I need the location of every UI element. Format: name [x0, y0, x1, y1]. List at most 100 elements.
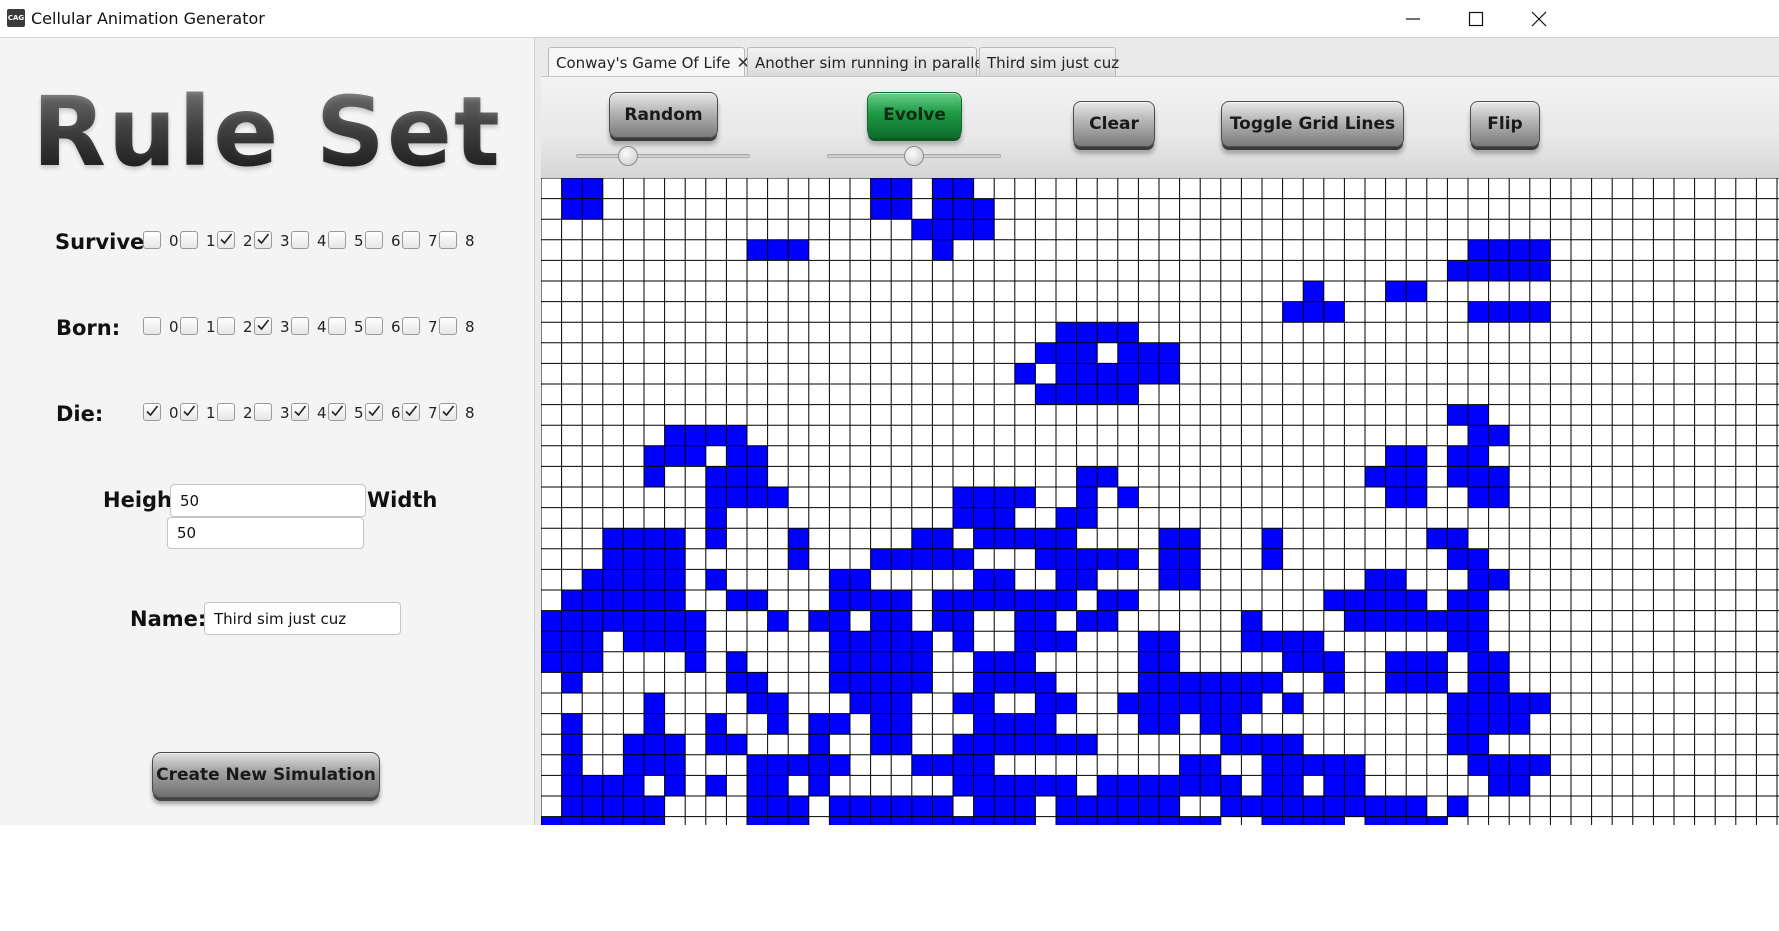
live-cell[interactable] — [767, 693, 789, 714]
live-cell[interactable] — [973, 219, 995, 240]
live-cell[interactable] — [767, 239, 789, 261]
live-cell[interactable] — [953, 487, 974, 508]
live-cell[interactable] — [953, 775, 974, 796]
live-cell[interactable] — [1488, 754, 1510, 776]
live-cell[interactable] — [1014, 672, 1036, 693]
live-cell[interactable] — [1529, 239, 1551, 261]
live-cell[interactable] — [1262, 631, 1283, 652]
live-cell[interactable] — [1468, 672, 1489, 693]
live-cell[interactable] — [582, 569, 603, 590]
live-cell[interactable] — [870, 198, 892, 220]
live-cell[interactable] — [870, 672, 892, 693]
live-cell[interactable] — [829, 631, 850, 652]
live-cell[interactable] — [1035, 384, 1056, 405]
live-cell[interactable] — [1509, 713, 1530, 735]
live-cell[interactable] — [1076, 342, 1098, 364]
live-cell[interactable] — [1385, 651, 1407, 673]
live-cell[interactable] — [1159, 775, 1180, 796]
live-cell[interactable] — [623, 548, 644, 570]
rule-checkbox[interactable] — [402, 231, 420, 249]
live-cell[interactable] — [623, 569, 644, 590]
live-cell[interactable] — [1344, 775, 1365, 796]
rule-checkbox[interactable] — [291, 403, 309, 421]
live-cell[interactable] — [1097, 466, 1118, 487]
tab-another-sim[interactable]: Another sim running in parallel — [747, 47, 988, 77]
live-cell[interactable] — [1282, 775, 1304, 796]
live-cell[interactable] — [767, 775, 789, 796]
live-cell[interactable] — [747, 590, 768, 611]
live-cell[interactable] — [829, 590, 850, 611]
live-cell[interactable] — [1241, 693, 1262, 714]
live-cell[interactable] — [829, 754, 850, 776]
live-cell[interactable] — [870, 734, 892, 755]
live-cell[interactable] — [1220, 672, 1242, 693]
live-cell[interactable] — [602, 796, 624, 817]
live-cell[interactable] — [1159, 796, 1180, 817]
random-speed-slider[interactable] — [576, 146, 750, 166]
live-cell[interactable] — [973, 734, 995, 755]
live-cell[interactable] — [850, 693, 871, 714]
live-cell[interactable] — [870, 631, 892, 652]
live-cell[interactable] — [1488, 466, 1510, 487]
live-cell[interactable] — [1406, 651, 1427, 673]
live-cell[interactable] — [973, 569, 995, 590]
live-cell[interactable] — [1468, 548, 1489, 570]
rule-checkbox[interactable] — [180, 317, 198, 335]
live-cell[interactable] — [1447, 466, 1468, 487]
live-cell[interactable] — [1262, 548, 1283, 570]
live-cell[interactable] — [1056, 384, 1077, 405]
live-cell[interactable] — [1262, 796, 1283, 817]
live-cell[interactable] — [1447, 260, 1468, 281]
live-cell[interactable] — [1468, 631, 1489, 652]
live-cell[interactable] — [582, 631, 603, 652]
live-cell[interactable] — [1303, 651, 1324, 673]
live-cell[interactable] — [623, 796, 644, 817]
live-cell[interactable] — [1406, 281, 1427, 302]
live-cell[interactable] — [932, 754, 953, 776]
live-cell[interactable] — [1179, 672, 1201, 693]
live-cell[interactable] — [1509, 693, 1530, 714]
live-cell[interactable] — [644, 796, 665, 817]
live-cell[interactable] — [623, 528, 644, 549]
evolve-button[interactable]: Evolve — [867, 92, 962, 138]
live-cell[interactable] — [1509, 775, 1530, 796]
flip-button[interactable]: Flip — [1470, 101, 1540, 147]
rule-checkbox[interactable] — [143, 231, 161, 249]
live-cell[interactable] — [561, 631, 583, 652]
live-cell[interactable] — [1447, 631, 1468, 652]
live-cell[interactable] — [808, 734, 830, 755]
live-cell[interactable] — [1179, 693, 1201, 714]
live-cell[interactable] — [891, 548, 912, 570]
live-cell[interactable] — [1014, 796, 1036, 817]
live-cell[interactable] — [1468, 301, 1489, 323]
live-cell[interactable] — [664, 734, 686, 755]
live-cell[interactable] — [1344, 590, 1365, 611]
live-cell[interactable] — [1200, 713, 1221, 735]
live-cell[interactable] — [850, 672, 871, 693]
rule-checkbox[interactable] — [365, 403, 383, 421]
live-cell[interactable] — [891, 631, 912, 652]
rule-checkbox[interactable] — [291, 317, 309, 335]
live-cell[interactable] — [1241, 672, 1262, 693]
live-cell[interactable] — [685, 631, 706, 652]
live-cell[interactable] — [1468, 693, 1489, 714]
live-cell[interactable] — [747, 693, 768, 714]
live-cell[interactable] — [911, 651, 933, 673]
live-cell[interactable] — [808, 610, 830, 632]
live-cell[interactable] — [1035, 693, 1056, 714]
live-cell[interactable] — [1282, 651, 1304, 673]
live-cell[interactable] — [1447, 713, 1468, 735]
live-cell[interactable] — [1488, 260, 1510, 281]
live-cell[interactable] — [1241, 631, 1262, 652]
rule-checkbox[interactable] — [217, 231, 235, 249]
live-cell[interactable] — [891, 672, 912, 693]
live-cell[interactable] — [664, 775, 686, 796]
live-cell[interactable] — [1385, 569, 1407, 590]
live-cell[interactable] — [705, 713, 727, 735]
live-cell[interactable] — [1262, 775, 1283, 796]
live-cell[interactable] — [1447, 610, 1468, 632]
live-cell[interactable] — [664, 590, 686, 611]
live-cell[interactable] — [1529, 693, 1551, 714]
live-cell[interactable] — [1282, 631, 1304, 652]
live-cell[interactable] — [1303, 281, 1324, 302]
